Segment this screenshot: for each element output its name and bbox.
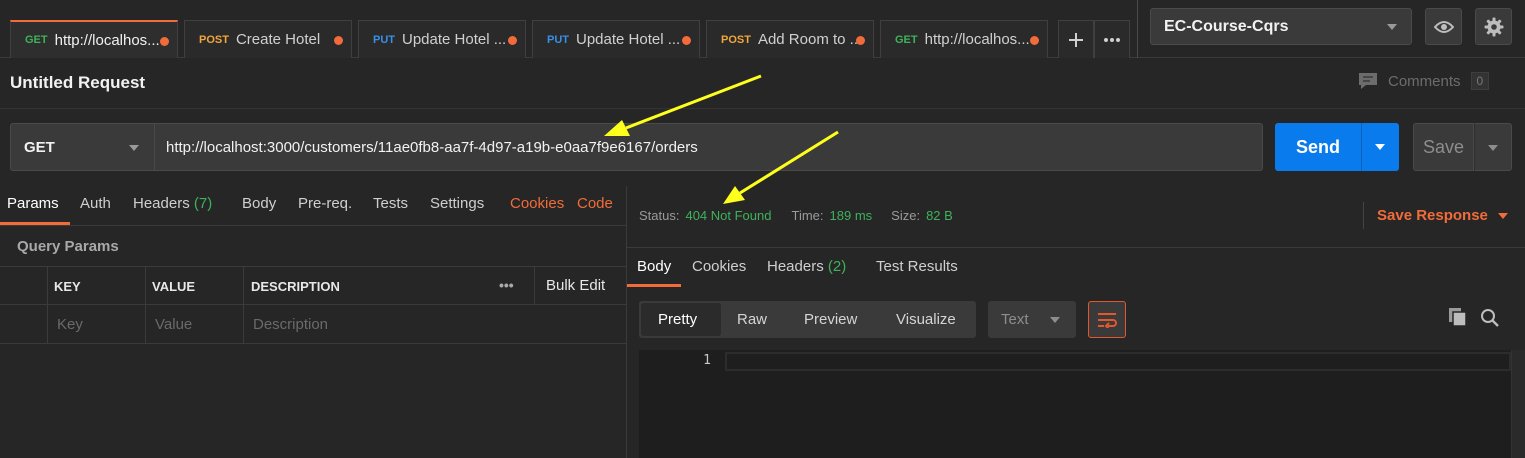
- annotation-arrow-url: [604, 74, 762, 136]
- annotation-arrow-status: [723, 130, 839, 204]
- annotation-overlay: [604, 74, 839, 204]
